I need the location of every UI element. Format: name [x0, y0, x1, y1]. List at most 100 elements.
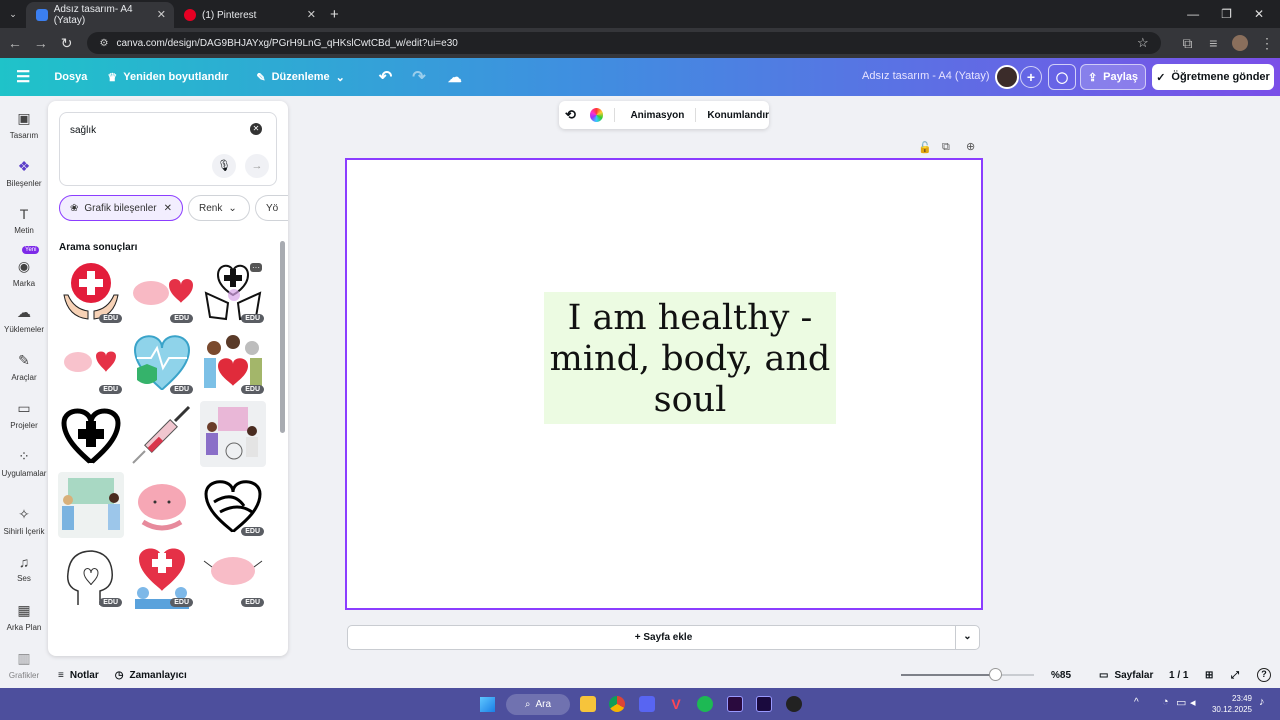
panel-scrollbar[interactable] — [280, 241, 285, 433]
graphic-brain-heart-small[interactable]: EDU — [58, 330, 124, 396]
site-info-icon[interactable]: ⚙ — [99, 38, 108, 49]
graphic-doctor-consultation[interactable] — [200, 401, 266, 467]
file-explorer-icon[interactable] — [580, 696, 596, 712]
notification-bell-icon[interactable]: ♪ — [1259, 696, 1265, 708]
graphic-brain-heart-friends[interactable]: EDU — [129, 259, 195, 325]
undo-icon[interactable]: ↶ — [379, 67, 392, 87]
animation-button[interactable]: Animasyon — [630, 110, 684, 121]
filter-chip-orientation[interactable]: Yö — [255, 195, 288, 221]
graphic-hands-heart-hug[interactable]: EDU — [200, 472, 266, 538]
zoom-level[interactable]: %85 — [1051, 670, 1071, 681]
quote-text-box[interactable]: I am healthy - mind, body, and soul — [544, 292, 836, 424]
position-button[interactable]: Konumlandır — [707, 110, 769, 121]
rail-item-projects[interactable]: ▭ Projeler — [0, 400, 48, 430]
add-page-icon[interactable]: ⊕ — [966, 140, 975, 153]
cloud-save-icon[interactable]: ☁ — [448, 69, 462, 86]
reload-icon[interactable]: ↻ — [54, 35, 80, 52]
graphic-doctors-board[interactable] — [58, 472, 124, 538]
taskbar-search[interactable]: ⌕ Ara — [506, 694, 570, 715]
rail-item-tools[interactable]: ✎ Araçlar — [0, 352, 48, 382]
back-icon[interactable]: ← — [2, 35, 28, 51]
zoom-slider-handle[interactable] — [989, 668, 1003, 681]
graphic-heart-cross-outline[interactable] — [58, 401, 124, 467]
notes-button[interactable]: ≡ Notlar — [58, 670, 99, 681]
app-icon[interactable] — [786, 696, 802, 712]
chrome-icon[interactable] — [609, 696, 625, 712]
close-window-icon[interactable]: ✕ — [1254, 7, 1264, 21]
network-icon[interactable]: ▭ — [1176, 696, 1186, 709]
graphic-meditating-brain[interactable] — [129, 472, 195, 538]
tab-pinterest[interactable]: (1) Pinterest ✕ — [174, 2, 324, 28]
graphic-heart-hands-outline[interactable]: ··· EDU — [200, 259, 266, 325]
premiere-icon[interactable] — [727, 696, 743, 712]
edit-mode-dropdown[interactable]: ✎ Düzenleme ⌄ — [246, 71, 355, 84]
menu-hamburger-icon[interactable]: ☰ — [16, 67, 30, 87]
add-page-dropdown[interactable]: ⌄ — [955, 626, 979, 649]
add-page-button[interactable]: + Sayfa ekle ⌄ — [347, 625, 980, 650]
rail-item-text[interactable]: T Metin — [0, 206, 48, 235]
microphone-icon[interactable]: 🎙 — [212, 154, 236, 178]
zoom-slider[interactable] — [901, 668, 1034, 681]
clock[interactable]: 23:49 30.12.2025 — [1210, 693, 1252, 715]
wifi-icon[interactable]: ◔ — [1162, 696, 1169, 708]
filter-chip-graphics[interactable]: ❀ Grafik bileşenler ✕ — [59, 195, 183, 221]
rail-item-design[interactable]: ▣ Tasarım — [0, 110, 48, 140]
browser-menu-icon[interactable]: ⋮ — [1254, 35, 1280, 52]
tab-canva[interactable]: Adsız tasarım- A4 (Yatay) ✕ — [26, 2, 174, 28]
close-tab-icon[interactable]: ✕ — [307, 8, 316, 21]
graphic-brain-yoga[interactable]: EDU — [200, 543, 266, 609]
maximize-icon[interactable]: ❐ — [1221, 7, 1232, 21]
graphic-heart-cross-people[interactable]: EDU — [129, 543, 195, 609]
document-title[interactable]: Adsız tasarım - A4 (Yatay) — [862, 70, 990, 82]
rail-item-magic[interactable]: ✧ Sihirli İçerik — [0, 506, 48, 536]
extensions-icon[interactable]: ⧉ — [1175, 35, 1201, 52]
graphic-head-heart-line[interactable]: EDU — [58, 543, 124, 609]
pages-button[interactable]: ▭ Sayfalar — [1099, 670, 1153, 681]
graphic-heart-shield[interactable]: EDU — [129, 330, 195, 396]
rail-item-background[interactable]: ▦ Arka Plan — [0, 602, 48, 632]
send-to-teacher-button[interactable]: ✓ Öğretmene gönder — [1152, 64, 1274, 90]
remove-filter-icon[interactable]: ✕ — [164, 203, 172, 214]
rail-item-audio[interactable]: ♫ Ses — [0, 554, 48, 583]
profile-avatar[interactable] — [1232, 35, 1249, 51]
more-options-icon[interactable]: ··· — [250, 263, 262, 272]
discord-icon[interactable] — [639, 696, 655, 712]
after-effects-icon[interactable] — [756, 696, 772, 712]
fullscreen-icon[interactable]: ⤢ — [1231, 670, 1239, 681]
volume-icon[interactable]: ◂ — [1190, 696, 1196, 709]
design-page[interactable]: I am healthy - mind, body, and soul — [345, 158, 983, 610]
forward-icon[interactable]: → — [28, 35, 54, 51]
minimize-icon[interactable]: — — [1187, 7, 1199, 21]
spotify-icon[interactable] — [697, 696, 713, 712]
clear-search-icon[interactable]: ✕ — [250, 123, 262, 135]
filter-chip-color[interactable]: Renk ⌄ — [188, 195, 250, 221]
file-menu[interactable]: Dosya — [44, 71, 97, 83]
color-wheel-icon[interactable] — [589, 108, 604, 122]
rail-item-uploads[interactable]: ☁ Yüklemeler — [0, 304, 48, 334]
new-tab-icon[interactable]: + — [330, 6, 339, 23]
add-collaborator-icon[interactable]: + — [1020, 66, 1042, 88]
rail-item-elements[interactable]: ❖ Bileşenler — [0, 158, 48, 188]
refresh-design-icon[interactable]: ⟲ — [565, 107, 576, 123]
rail-item-charts[interactable]: ▥ Grafikler — [0, 650, 48, 680]
tray-chevron-icon[interactable]: ^ — [1134, 697, 1139, 708]
windows-start-icon[interactable] — [480, 697, 495, 712]
tab-list-icon[interactable]: ⌄ — [0, 9, 26, 20]
user-avatar[interactable] — [995, 65, 1019, 89]
timer-button[interactable]: ◷ Zamanlayıcı — [115, 670, 187, 681]
share-button[interactable]: ⇪ Paylaş — [1080, 64, 1146, 90]
graphic-heart-cross-hands[interactable]: EDU — [58, 259, 124, 325]
search-input[interactable]: sağlık — [70, 125, 96, 136]
rail-item-apps[interactable]: ⁘ Uygulamalar — [0, 448, 48, 478]
valorant-icon[interactable]: V — [668, 696, 684, 712]
graphic-syringe[interactable] — [129, 401, 195, 467]
help-icon[interactable]: ? — [1257, 668, 1271, 682]
comments-button[interactable]: ◯ — [1048, 64, 1076, 90]
redo-icon[interactable]: ↷ — [412, 67, 425, 87]
bookmark-star-icon[interactable]: ☆ — [1137, 35, 1149, 51]
lock-icon[interactable]: 🔓 — [918, 141, 932, 154]
close-tab-icon[interactable]: ✕ — [157, 8, 166, 21]
submit-search-icon[interactable]: → — [245, 154, 269, 178]
grid-view-icon[interactable]: ⊞ — [1205, 670, 1213, 681]
resize-button[interactable]: ♛ Yeniden boyutlandır — [97, 71, 238, 84]
